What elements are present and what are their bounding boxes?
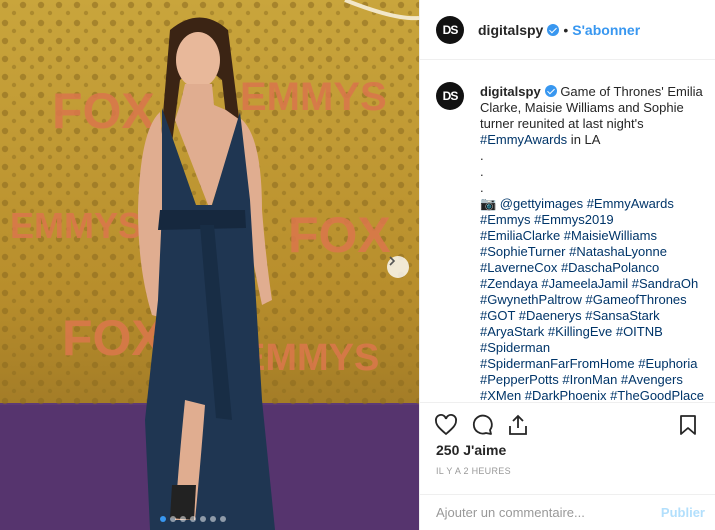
publish-button[interactable]: Publier	[661, 505, 705, 520]
add-comment-bar: Publier	[420, 494, 715, 530]
carousel-dot	[180, 516, 186, 522]
caption-line-1: Game of Thrones' Emilia	[560, 84, 703, 99]
like-count[interactable]: 250 J'aime	[436, 442, 506, 458]
svg-text:FOX: FOX	[62, 310, 165, 366]
hashtag-line[interactable]: #Emmys #Emmys2019	[480, 212, 704, 228]
caption-text: digitalspy Game of Thrones' Emilia Clark…	[480, 84, 704, 402]
caption-dot: .	[480, 180, 484, 195]
caption-avatar[interactable]: DS	[436, 82, 464, 110]
verified-badge-icon	[547, 23, 560, 36]
comment-icon[interactable]	[470, 413, 494, 442]
caption-username[interactable]: digitalspy	[480, 84, 541, 99]
camera-credit[interactable]: 📷 @gettyimages #EmmyAwards	[480, 196, 704, 212]
caption-line-3: turner reunited at last night's	[480, 116, 644, 131]
svg-text:EMMYS: EMMYS	[10, 205, 142, 246]
post-photo[interactable]: FOX EMMYS EMMYS FOX FOX EMMYS	[0, 0, 419, 530]
hashtag-line[interactable]: #SpidermanFarFromHome #Euphoria	[480, 356, 704, 372]
caption-location: in LA	[567, 132, 601, 147]
bookmark-icon[interactable]	[676, 413, 700, 442]
username-link[interactable]: digitalspy	[478, 22, 543, 38]
hashtag-line[interactable]: #GOT #Daenerys #SansaStark	[480, 308, 704, 324]
caption-area: DS digitalspy Game of Thrones' Emilia Cl…	[436, 72, 705, 402]
chevron-right-icon	[389, 256, 396, 266]
verified-badge-icon	[544, 85, 557, 97]
carousel-dot	[200, 516, 206, 522]
carousel-dot	[190, 516, 196, 522]
carousel-next-button[interactable]	[387, 256, 409, 278]
carousel-dot-active	[160, 516, 166, 522]
caption-comment: DS digitalspy Game of Thrones' Emilia Cl…	[436, 72, 705, 402]
hashtag-line[interactable]: #EmiliaClarke #MaisieWilliams	[480, 228, 704, 244]
hashtag-line[interactable]: #Spiderman	[480, 340, 704, 356]
caption-line-2: Clarke, Maisie Williams and Sophie	[480, 100, 684, 115]
hashtag-line[interactable]: #AryaStark #KillingEve #OITNB	[480, 324, 704, 340]
fox-logo-1: FOX	[52, 83, 155, 139]
hashtag-line[interactable]: #SophieTurner #NatashaLyonne	[480, 244, 704, 260]
hashtag-line[interactable]: #GwynethPaltrow #GameofThrones	[480, 292, 704, 308]
hashtag-line[interactable]: #LaverneCox #DaschaPolanco	[480, 260, 704, 276]
caption-line-4: #EmmyAwards in LA	[480, 132, 704, 148]
hashtag-line[interactable]: #Zendaya #JameelaJamil #SandraOh	[480, 276, 704, 292]
action-bar	[420, 402, 715, 442]
svg-text:FOX: FOX	[288, 207, 391, 263]
hashtag-link[interactable]: #EmmyAwards	[480, 132, 567, 147]
caption-dot: .	[480, 148, 484, 163]
share-icon[interactable]	[506, 413, 530, 442]
caption-dot: .	[480, 164, 484, 179]
hashtag-line[interactable]: #XMen #DarkPhoenix #TheGoodPlace	[480, 388, 704, 402]
post-header: DS digitalspy • S'abonner	[420, 0, 715, 60]
post-timestamp: IL Y A 2 HEURES	[436, 466, 511, 476]
carousel-dots	[160, 516, 226, 522]
svg-text:EMMYS: EMMYS	[240, 337, 379, 379]
carousel-dot	[220, 516, 226, 522]
separator-dot: •	[563, 21, 569, 38]
carousel-dot	[170, 516, 176, 522]
heart-icon[interactable]	[434, 413, 458, 442]
carousel-dot	[210, 516, 216, 522]
avatar[interactable]: DS	[436, 15, 464, 44]
svg-text:EMMYS: EMMYS	[240, 75, 387, 119]
hashtag-line[interactable]: #PepperPotts #IronMan #Avengers	[480, 372, 704, 388]
comment-input[interactable]	[436, 505, 661, 520]
follow-button[interactable]: S'abonner	[572, 22, 640, 38]
photo-illustration: FOX EMMYS EMMYS FOX FOX EMMYS	[0, 0, 419, 530]
post-panel: DS digitalspy • S'abonner DS digitalspy …	[419, 0, 715, 530]
